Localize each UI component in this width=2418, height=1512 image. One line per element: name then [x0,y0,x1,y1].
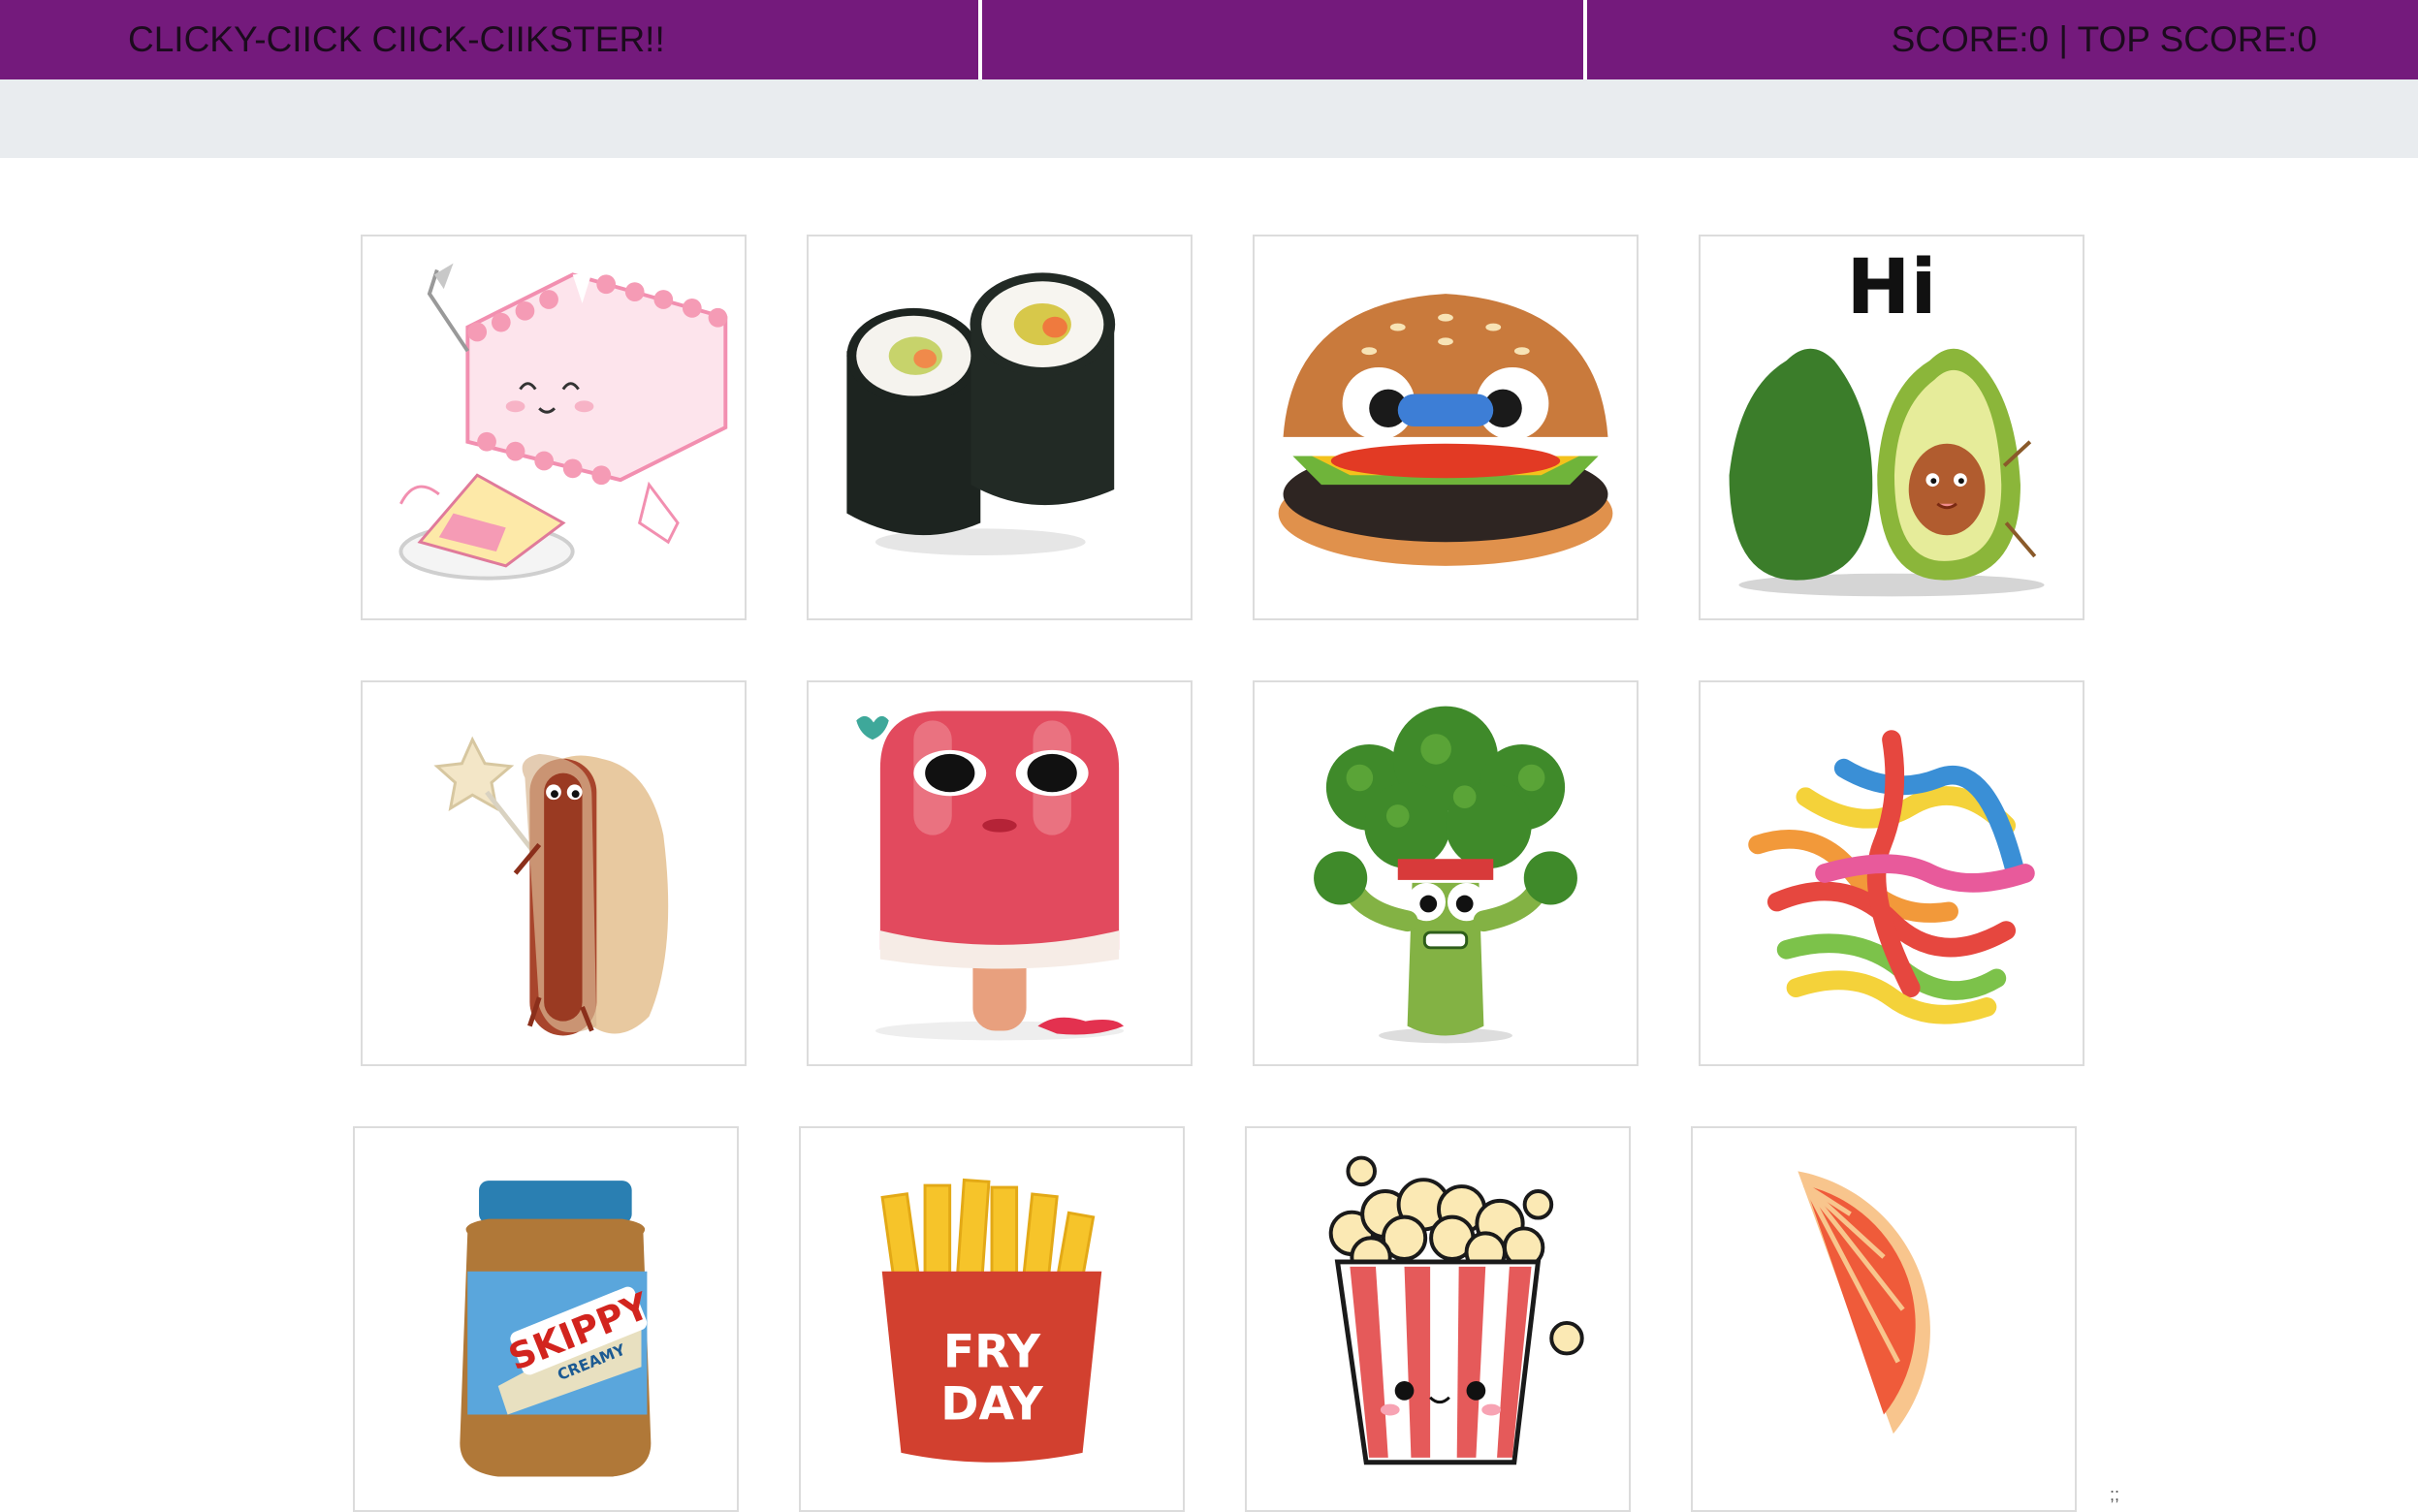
navbar: CLICKY-CIICK CIICK-CIIKSTER!! SCORE:0 | … [0,0,2418,79]
score-cell: SCORE:0 | TOP SCORE:0 [1587,0,2418,79]
popsicle-icon [856,710,1125,1041]
cake-icon [398,263,728,581]
fries-line2: DAY [940,1377,1043,1431]
peanut-butter-icon: SKIPPY CREAMY [460,1181,656,1477]
fries-icon: FRY DAY [880,1178,1102,1463]
message-cell [982,0,1583,79]
card-hotdog[interactable] [361,680,747,1066]
card-popcorn[interactable] [1245,1126,1631,1512]
card-avocado[interactable]: Hi [1699,235,2084,620]
app-title[interactable]: CLICKY-CIICK CIICK-CIIKSTER!! [128,19,665,60]
score-display: SCORE:0 | TOP SCORE:0 [1891,19,2317,59]
avocado-caption: Hi [1847,242,1937,331]
footer-mark: ;; [2110,1485,2120,1504]
broccoli-icon [1314,706,1577,1044]
card-burger[interactable] [1253,235,1639,620]
header-banner [0,79,2418,158]
gummy-worms-icon [1748,730,2035,1024]
hotdog-icon [433,736,669,1036]
card-sushi[interactable] [807,235,1193,620]
card-popsicle[interactable] [807,680,1193,1066]
card-broccoli[interactable] [1253,680,1639,1066]
card-cake[interactable] [361,235,747,620]
avocado-icon: Hi [1729,242,2045,597]
card-peanut-butter[interactable]: SKIPPY CREAMY [353,1126,739,1512]
card-fries[interactable]: FRY DAY [799,1126,1185,1512]
brand-cell: CLICKY-CIICK CIICK-CIIKSTER!! [0,0,978,79]
card-gummy-worms[interactable] [1699,680,2084,1066]
fries-line1: FRY [943,1325,1041,1378]
popcorn-icon [1328,1155,1584,1465]
grapefruit-icon [1798,1171,1930,1434]
sushi-icon [846,272,1116,555]
card-grapefruit[interactable] [1691,1126,2077,1512]
burger-icon [1278,294,1613,566]
